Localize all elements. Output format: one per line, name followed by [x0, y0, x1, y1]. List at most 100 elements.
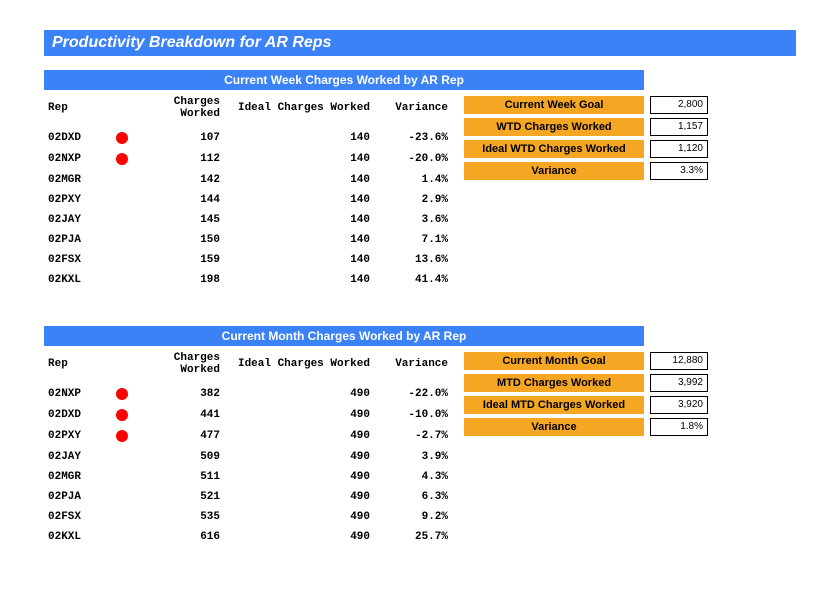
cell-variance: 25.7%: [374, 527, 452, 547]
cell-ideal: 140: [224, 149, 374, 170]
cell-variance: 7.1%: [374, 230, 452, 250]
cell-rep: 02DXD: [44, 128, 112, 149]
cell-charges: 521: [132, 487, 224, 507]
col-ideal: Ideal Charges Worked: [224, 90, 374, 128]
summary-label: Current Month Goal: [464, 352, 644, 370]
month-table: Rep Charges Worked Ideal Charges Worked …: [44, 346, 452, 547]
col-flag: [112, 346, 132, 384]
cell-ideal: 490: [224, 467, 374, 487]
cell-charges: 145: [132, 210, 224, 230]
summary-value: 2,800: [650, 96, 708, 114]
col-charges: Charges Worked: [132, 346, 224, 384]
summary-row: Ideal MTD Charges Worked 3,920: [464, 396, 708, 414]
cell-rep: 02DXD: [44, 405, 112, 426]
summary-value: 3,920: [650, 396, 708, 414]
cell-flag: [112, 447, 132, 467]
summary-label: Current Week Goal: [464, 96, 644, 114]
summary-row: Ideal WTD Charges Worked 1,120: [464, 140, 708, 158]
cell-rep: 02JAY: [44, 447, 112, 467]
table-row: 02NXP112140-20.0%: [44, 149, 452, 170]
cell-ideal: 140: [224, 128, 374, 149]
summary-label: MTD Charges Worked: [464, 374, 644, 392]
cell-ideal: 140: [224, 230, 374, 250]
cell-variance: 4.3%: [374, 467, 452, 487]
cell-flag: [112, 405, 132, 426]
cell-rep: 02JAY: [44, 210, 112, 230]
alert-dot-icon: [116, 388, 128, 400]
month-table-header-row: Rep Charges Worked Ideal Charges Worked …: [44, 346, 452, 384]
cell-variance: 1.4%: [374, 170, 452, 190]
cell-variance: -22.0%: [374, 384, 452, 405]
col-charges: Charges Worked: [132, 90, 224, 128]
cell-ideal: 490: [224, 384, 374, 405]
cell-flag: [112, 190, 132, 210]
table-row: 02JAY5094903.9%: [44, 447, 452, 467]
cell-flag: [112, 149, 132, 170]
cell-ideal: 490: [224, 426, 374, 447]
cell-charges: 112: [132, 149, 224, 170]
summary-label: Ideal MTD Charges Worked: [464, 396, 644, 414]
table-row: 02FSX15914013.6%: [44, 250, 452, 270]
cell-variance: -10.0%: [374, 405, 452, 426]
cell-rep: 02MGR: [44, 467, 112, 487]
summary-value: 12,880: [650, 352, 708, 370]
table-row: 02PJA1501407.1%: [44, 230, 452, 250]
table-row: 02FSX5354909.2%: [44, 507, 452, 527]
cell-flag: [112, 128, 132, 149]
cell-flag: [112, 467, 132, 487]
cell-variance: -23.6%: [374, 128, 452, 149]
cell-rep: 02MGR: [44, 170, 112, 190]
cell-flag: [112, 527, 132, 547]
summary-value: 1,157: [650, 118, 708, 136]
cell-charges: 535: [132, 507, 224, 527]
week-section-header: Current Week Charges Worked by AR Rep: [44, 70, 644, 90]
col-variance: Variance: [374, 346, 452, 384]
col-rep: Rep: [44, 346, 112, 384]
alert-dot-icon: [116, 153, 128, 165]
alert-dot-icon: [116, 430, 128, 442]
summary-label: Variance: [464, 162, 644, 180]
cell-rep: 02KXL: [44, 527, 112, 547]
cell-flag: [112, 487, 132, 507]
table-row: 02JAY1451403.6%: [44, 210, 452, 230]
table-row: 02PJA 5214906.3%: [44, 487, 452, 507]
cell-ideal: 140: [224, 190, 374, 210]
week-table-header-row: Rep Charges Worked Ideal Charges Worked …: [44, 90, 452, 128]
cell-charges: 382: [132, 384, 224, 405]
cell-charges: 616: [132, 527, 224, 547]
week-table: Rep Charges Worked Ideal Charges Worked …: [44, 90, 452, 290]
col-variance: Variance: [374, 90, 452, 128]
cell-flag: [112, 250, 132, 270]
summary-label: Variance: [464, 418, 644, 436]
table-row: 02KXL19814041.4%: [44, 270, 452, 290]
summary-value: 3.3%: [650, 162, 708, 180]
cell-rep: 02PXY: [44, 190, 112, 210]
summary-row: MTD Charges Worked 3,992: [464, 374, 708, 392]
cell-variance: 3.6%: [374, 210, 452, 230]
cell-ideal: 490: [224, 487, 374, 507]
cell-variance: 2.9%: [374, 190, 452, 210]
cell-flag: [112, 426, 132, 447]
cell-charges: 441: [132, 405, 224, 426]
page-title: Productivity Breakdown for AR Reps: [44, 30, 796, 56]
cell-rep: 02NXP: [44, 384, 112, 405]
alert-dot-icon: [116, 132, 128, 144]
cell-ideal: 140: [224, 250, 374, 270]
cell-charges: 509: [132, 447, 224, 467]
cell-rep: 02FSX: [44, 507, 112, 527]
cell-variance: 41.4%: [374, 270, 452, 290]
cell-rep: 02PJA: [44, 487, 112, 507]
summary-row: Current Month Goal 12,880: [464, 352, 708, 370]
cell-charges: 107: [132, 128, 224, 149]
summary-value: 3,992: [650, 374, 708, 392]
summary-value: 1,120: [650, 140, 708, 158]
table-row: 02PXY477490-2.7%: [44, 426, 452, 447]
summary-label: Ideal WTD Charges Worked: [464, 140, 644, 158]
cell-variance: 6.3%: [374, 487, 452, 507]
cell-charges: 144: [132, 190, 224, 210]
summary-row: Variance1.8%: [464, 418, 708, 436]
week-table-body: 02DXD107140-23.6%02NXP112140-20.0%02MGR1…: [44, 128, 452, 290]
cell-rep: 02PXY: [44, 426, 112, 447]
col-ideal: Ideal Charges Worked: [224, 346, 374, 384]
summary-row: Variance 3.3%: [464, 162, 708, 180]
